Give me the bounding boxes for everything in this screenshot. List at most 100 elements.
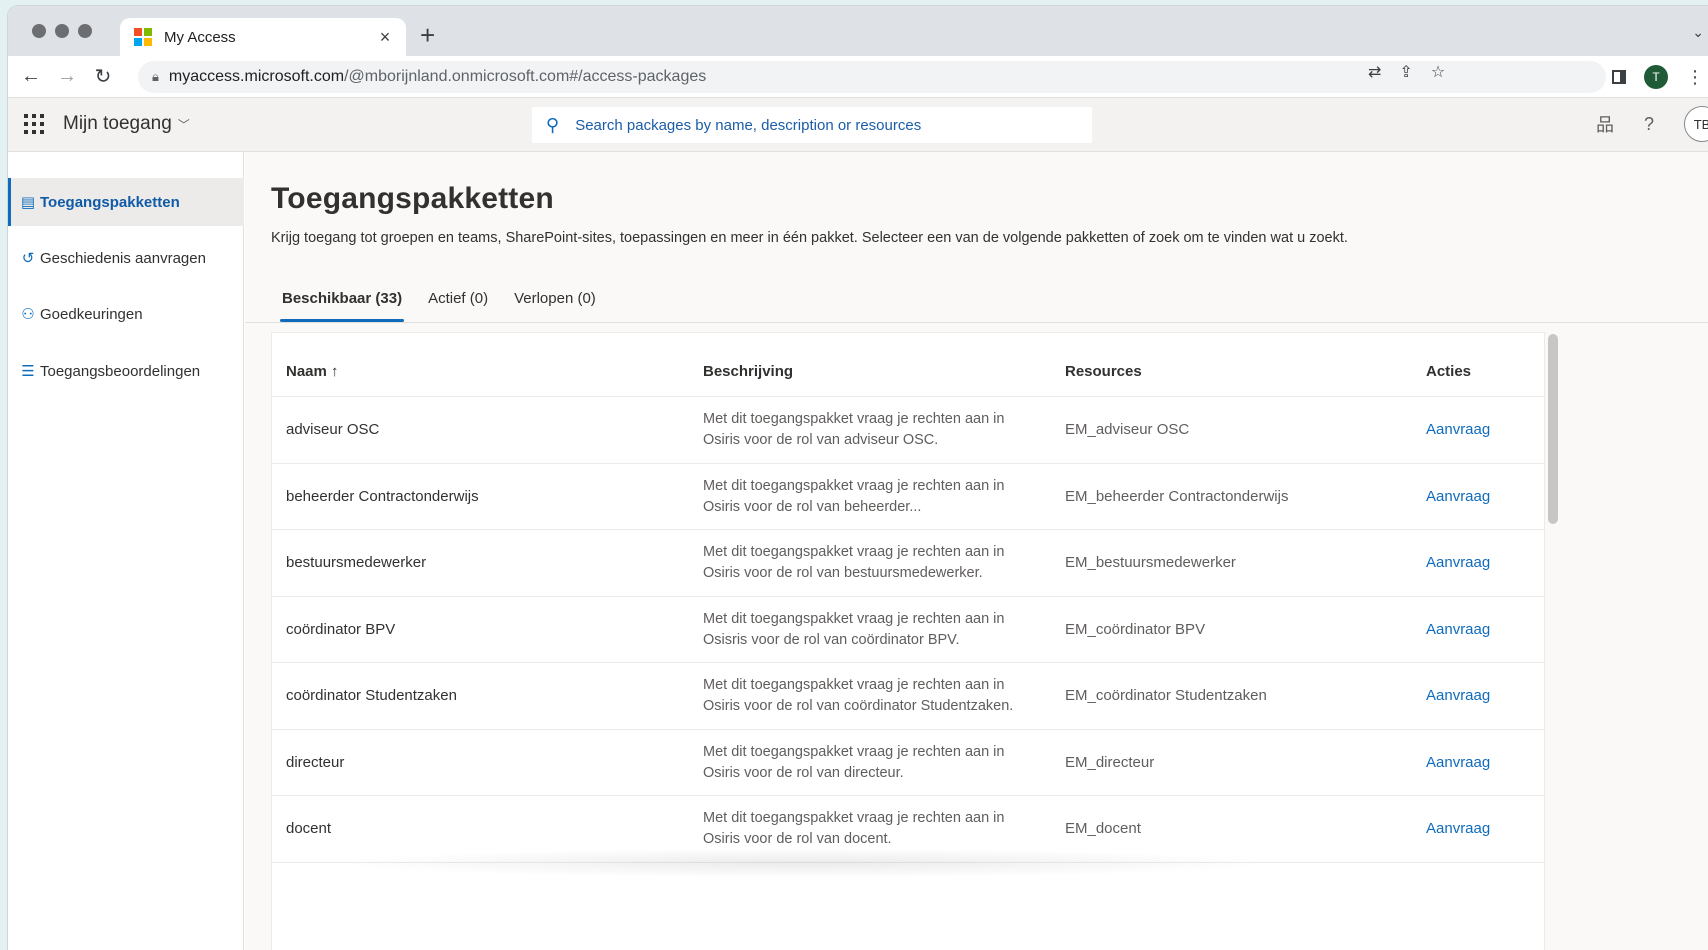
share-icon[interactable]: ⇪ xyxy=(1399,62,1412,82)
maximize-window-button[interactable] xyxy=(78,24,92,38)
request-link[interactable]: Aanvraag xyxy=(1426,554,1490,571)
table-scrollbar[interactable] xyxy=(1548,334,1558,524)
tab-search-chevron-icon[interactable]: ⌄ xyxy=(1692,24,1704,41)
package-name: coördinator BPV xyxy=(286,620,396,638)
table-header: Naam ↑ Beschrijving Resources Acties xyxy=(272,333,1544,397)
package-resources: EM_bestuursmedewerker xyxy=(1065,554,1236,571)
column-header-resources: Resources xyxy=(1065,363,1142,380)
package-tabs: Beschikbaar (33) Actief (0) Verlopen (0) xyxy=(269,280,609,324)
history-icon: ↺ xyxy=(21,250,35,267)
package-description: Met dit toegangspakket vraag je rechten … xyxy=(703,743,1005,781)
search-icon: ⚲ xyxy=(546,114,560,135)
nav-item-label: Toegangsbeoordelingen xyxy=(40,362,201,380)
package-name: bestuursmedewerker xyxy=(286,554,427,571)
app-header-actions: 品 ? TB xyxy=(1596,106,1708,142)
request-link[interactable]: Aanvraag xyxy=(1426,820,1490,837)
package-description: Met dit toegangspakket vraag je rechten … xyxy=(703,610,1005,648)
bottom-shadow xyxy=(328,848,1278,878)
package-name: coördinator Studentzaken xyxy=(286,687,457,704)
side-panel-icon[interactable] xyxy=(1612,70,1626,84)
tab-strip: My Access × + ⌄ xyxy=(8,6,1708,56)
address-bar-actions: ⇄ ⇪ ☆ xyxy=(1368,56,1556,88)
user-avatar[interactable]: TB xyxy=(1684,106,1708,142)
window-controls xyxy=(32,24,92,38)
package-name: beheerder Contractonderwijs xyxy=(286,487,479,505)
close-window-button[interactable] xyxy=(32,24,46,38)
column-header-naam[interactable]: Naam ↑ xyxy=(286,363,339,380)
request-link[interactable]: Aanvraag xyxy=(1426,687,1490,704)
minimize-window-button[interactable] xyxy=(55,24,69,38)
translate-icon[interactable]: ⇄ xyxy=(1368,62,1381,82)
app-launcher-icon[interactable] xyxy=(24,114,44,134)
search-input[interactable] xyxy=(575,116,1056,134)
nav-item-goedkeuringen[interactable]: ⚇ Goedkeuringen xyxy=(8,290,244,338)
request-link[interactable]: Aanvraag xyxy=(1426,754,1490,771)
package-description: Met dit toegangspakket vraag je rechten … xyxy=(703,677,1014,714)
nav-item-toegangspakketten[interactable]: ▤ Toegangspakketten xyxy=(8,178,244,226)
nav-item-toegangsbeoordelingen[interactable]: ☰ Toegangsbeoordelingen xyxy=(8,347,244,395)
microsoft-logo-icon xyxy=(134,28,152,46)
help-icon[interactable]: ? xyxy=(1644,114,1654,135)
table-row: bestuursmedewerker Met dit toegangspakke… xyxy=(272,530,1544,597)
tab-beschikbaar[interactable]: Beschikbaar (33) xyxy=(269,280,415,322)
browser-window: My Access × + ⌄ ← → ↻ 🔒︎ myaccess.micros… xyxy=(8,6,1708,950)
package-resources: EM_beheerder Contractonderwijs xyxy=(1065,487,1289,505)
request-link[interactable]: Aanvraag xyxy=(1426,621,1490,638)
nav-item-label: Goedkeuringen xyxy=(40,305,143,323)
main-content: Toegangspakketten Krijg toegang tot groe… xyxy=(245,152,1708,950)
column-header-beschrijving: Beschrijving xyxy=(703,363,794,380)
package-description: Met dit toegangspakket vraag je rechten … xyxy=(703,477,1005,515)
tab-title: My Access xyxy=(164,28,236,46)
package-resources: EM_directeur xyxy=(1065,753,1155,771)
tab-close-icon[interactable]: × xyxy=(376,27,394,48)
browser-toolbar: ← → ↻ 🔒︎ myaccess.microsoft.com/@mborijn… xyxy=(8,56,1708,98)
app-name-menu[interactable]: Mijn toegang ﹀ xyxy=(63,113,190,135)
left-navigation: ▤ Toegangspakketten ↺ Geschiedenis aanvr… xyxy=(8,152,244,950)
nav-item-label: Geschiedenis aanvragen xyxy=(40,249,206,267)
nav-item-geschiedenis-aanvragen[interactable]: ↺ Geschiedenis aanvragen xyxy=(8,234,244,282)
package-resources: EM_coördinator Studentzaken xyxy=(1065,687,1267,704)
package-resources: EM_adviseur OSC xyxy=(1065,421,1190,438)
app-header: Mijn toegang ﹀ ⚲ 品 ? TB xyxy=(8,98,1708,152)
profile-avatar[interactable]: T xyxy=(1644,65,1668,89)
url-text: myaccess.microsoft.com/@mborijnland.onmi… xyxy=(168,68,707,85)
request-link[interactable]: Aanvraag xyxy=(1426,421,1490,438)
table-row: coördinator BPV Met dit toegangspakket v… xyxy=(272,597,1544,663)
package-name: docent xyxy=(286,820,332,837)
reload-icon[interactable]: ↻ xyxy=(90,64,116,89)
back-arrow-icon[interactable]: ← xyxy=(18,65,44,88)
app-name: Mijn toegang xyxy=(63,113,172,134)
nav-item-label: Toegangspakketten xyxy=(40,193,180,211)
table-row: adviseur OSC Met dit toegangspakket vraa… xyxy=(272,397,1544,464)
package-resources: EM_coördinator BPV xyxy=(1065,620,1206,638)
package-resources: EM_docent xyxy=(1065,820,1141,837)
tab-verlopen[interactable]: Verlopen (0) xyxy=(501,280,609,322)
table-row: beheerder Contractonderwijs Met dit toeg… xyxy=(272,464,1544,530)
lock-icon: 🔒︎ xyxy=(152,69,159,84)
new-tab-button[interactable]: + xyxy=(420,22,435,48)
package-search[interactable]: ⚲ xyxy=(532,107,1092,143)
forward-arrow-icon[interactable]: → xyxy=(54,65,80,88)
tab-actief[interactable]: Actief (0) xyxy=(415,280,501,322)
package-description: Met dit toegangspakket vraag je rechten … xyxy=(703,810,1005,847)
package-description: Met dit toegangspakket vraag je rechten … xyxy=(703,411,1005,448)
divider xyxy=(245,322,1708,323)
page-description: Krijg toegang tot groepen en teams, Shar… xyxy=(271,230,1348,246)
package-description: Met dit toegangspakket vraag je rechten … xyxy=(703,544,1005,581)
checklist-icon: ☰ xyxy=(21,363,35,380)
chevron-down-icon: ﹀ xyxy=(177,118,190,132)
page-title: Toegangspakketten xyxy=(271,182,554,215)
more-menu-icon[interactable]: ⋮ xyxy=(1686,67,1704,88)
package-name: adviseur OSC xyxy=(286,421,380,438)
bookmark-star-icon[interactable]: ☆ xyxy=(1431,62,1445,82)
table-row: directeur Met dit toegangspakket vraag j… xyxy=(272,730,1544,796)
request-link[interactable]: Aanvraag xyxy=(1426,488,1490,505)
table-row: coördinator Studentzaken Met dit toegang… xyxy=(272,663,1544,730)
person-add-icon: ⚇ xyxy=(21,306,35,323)
package-icon: ▤ xyxy=(20,194,36,211)
browser-tab[interactable]: My Access × xyxy=(120,18,406,56)
organization-icon[interactable]: 品 xyxy=(1596,111,1614,137)
column-header-acties: Acties xyxy=(1426,363,1472,380)
browser-toolbar-right: T ⋮ xyxy=(1612,56,1708,98)
package-name: directeur xyxy=(286,753,345,771)
